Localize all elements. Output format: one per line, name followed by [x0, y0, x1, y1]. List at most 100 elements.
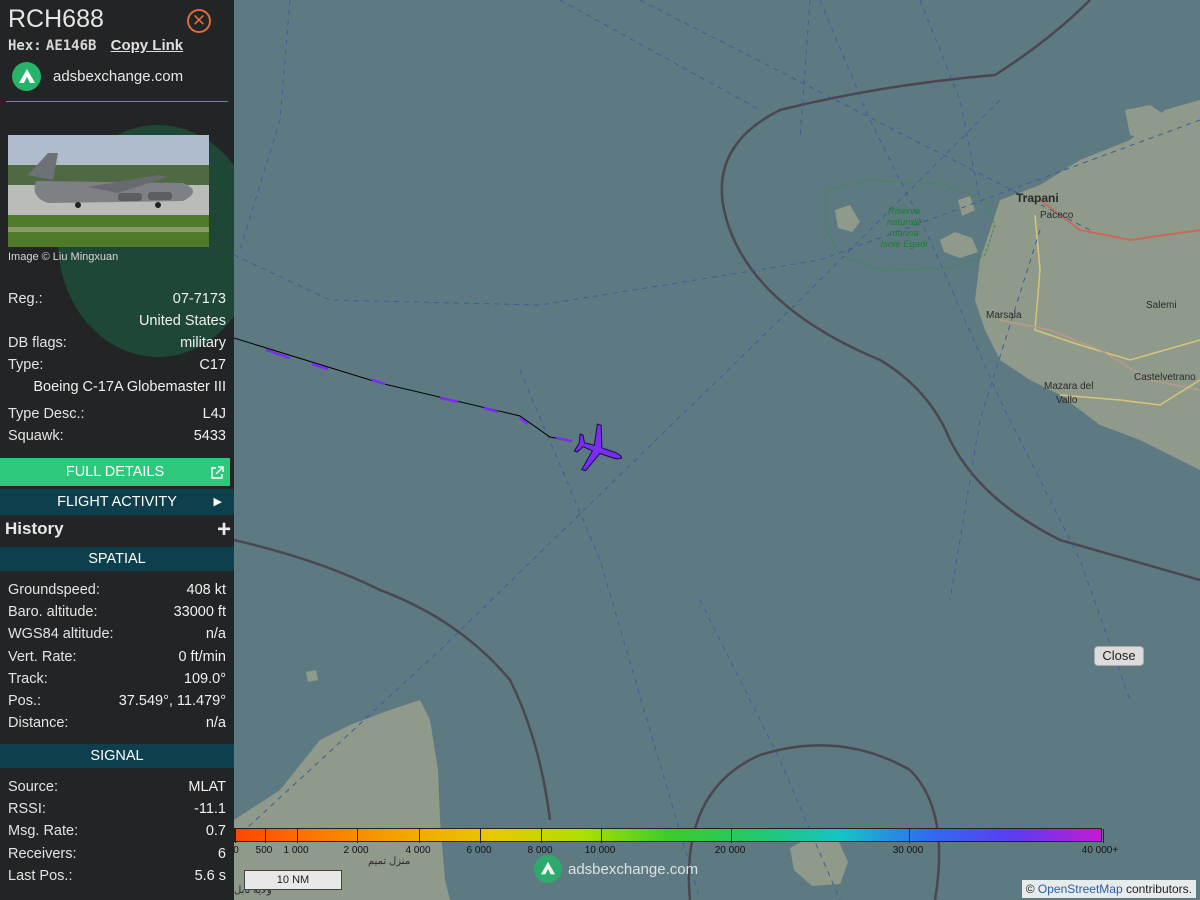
map-view[interactable]: Trapani Paceco Salemi Marsala Mazara del… [234, 0, 1200, 900]
signal-label: Source: [8, 779, 58, 795]
signal-section-header: SIGNAL [0, 744, 234, 768]
attribution-prefix: © [1025, 882, 1038, 896]
signal-label: Receivers: [8, 845, 77, 862]
expand-plus-icon[interactable]: + [217, 516, 231, 544]
db-flags-row: DB flags: military [8, 335, 226, 351]
db-flags-label: DB flags: [8, 335, 67, 351]
legend-label: 2 000 [343, 845, 369, 856]
legend-tick [235, 829, 236, 843]
city-label-marsala: Marsala [986, 310, 1022, 321]
city-label-salemi: Salemi [1146, 300, 1177, 311]
spatial-label: Track: [8, 670, 48, 687]
spatial-row: Groundspeed: 408 kt [8, 582, 226, 598]
spatial-value: n/a [205, 715, 226, 732]
spatial-label: Vert. Rate: [8, 648, 77, 665]
reserve-label-line: marina [889, 228, 919, 239]
hex-label: Hex: [8, 38, 42, 54]
reserve-label-line: naturale [886, 217, 922, 228]
squawk-value: 5433 [193, 428, 226, 444]
aircraft-photo[interactable] [8, 135, 209, 247]
legend-label: 30 000 [892, 845, 924, 856]
full-details-label: FULL DETAILS [65, 464, 165, 480]
map-scale-bar: 10 NM [244, 870, 342, 890]
reg-value: 07-7173 [172, 291, 226, 307]
full-details-button[interactable]: FULL DETAILS [0, 458, 230, 486]
city-label-castelvetrano: Castelvetrano [1134, 372, 1196, 383]
flight-activity-button[interactable]: FLIGHT ACTIVITY ▶ [0, 489, 234, 515]
spatial-label: Groundspeed: [8, 582, 100, 598]
history-section[interactable]: History + [5, 516, 231, 543]
spatial-row: WGS84 altitude: n/a [8, 626, 226, 642]
city-label-trapani: Trapani [1016, 191, 1059, 205]
spatial-value: 0 ft/min [178, 648, 226, 665]
signal-label: Msg. Rate: [8, 823, 79, 840]
signal-row: Source: MLAT [8, 779, 226, 795]
db-flags-value: military [180, 335, 226, 351]
spatial-row: Vert. Rate: 0 ft/min [8, 649, 226, 665]
brand-link[interactable]: adsbexchange.com [53, 68, 183, 85]
altitude-color-legend [234, 828, 1104, 843]
map-canvas[interactable] [234, 0, 1200, 900]
signal-label: Last Pos.: [8, 867, 73, 884]
history-label: History [5, 519, 64, 538]
signal-row: Receivers: 6 [8, 846, 226, 862]
spatial-row: Track: 109.0° [8, 671, 226, 687]
type-row: Type: C17 [8, 357, 226, 373]
aircraft-info-panel: RCH688 ✕ Hex: AE146B Copy Link adsbexcha… [0, 0, 234, 900]
adsbexchange-logo-icon [534, 855, 562, 883]
close-panel-icon[interactable]: ✕ [187, 9, 211, 33]
spatial-value: 33000 ft [173, 604, 226, 621]
country-value: United States [138, 313, 226, 329]
legend-tick [1103, 829, 1104, 843]
signal-row: Msg. Rate: 0.7 [8, 823, 226, 839]
signal-value: -11.1 [194, 801, 226, 818]
caret-right-icon: ▶ [213, 496, 222, 508]
squawk-row: Squawk: 5433 [8, 428, 226, 444]
spatial-value: 37.549°, 11.479° [118, 693, 226, 709]
divider [6, 101, 228, 102]
type-full-value: Boeing C-17A Globemaster III [33, 379, 226, 395]
legend-tick [909, 829, 910, 843]
type-value: C17 [199, 357, 226, 373]
external-link-icon [210, 458, 224, 486]
reserve-label-line: Riserva [887, 206, 921, 217]
type-desc-row: Type Desc.: L4J [8, 406, 226, 422]
callsign-title: RCH688 [8, 5, 104, 33]
brand-row[interactable]: adsbexchange.com [12, 62, 183, 91]
spatial-label: Baro. altitude: [8, 604, 98, 621]
image-credit: Image © Liu Mingxuan [8, 251, 119, 263]
reg-label: Reg.: [8, 291, 43, 307]
type-label: Type: [8, 357, 44, 373]
signal-row: Last Pos.: 5.6 s [8, 868, 226, 884]
hex-row: Hex: AE146B Copy Link [8, 37, 183, 54]
legend-tick [480, 829, 481, 843]
signal-value: 0.7 [205, 823, 226, 840]
city-label-mazara: Mazara del [1044, 381, 1094, 392]
spatial-value: 109.0° [183, 670, 226, 687]
signal-label: RSSI: [8, 801, 46, 818]
spatial-label: Pos.: [8, 693, 42, 709]
legend-tick [601, 829, 602, 843]
legend-tick [357, 829, 358, 843]
legend-label: 20 000 [714, 845, 746, 856]
city-label-vallo: Vallo [1056, 395, 1078, 406]
type-desc-value: L4J [202, 406, 226, 422]
spatial-label: Distance: [8, 715, 69, 732]
spatial-row: Baro. altitude: 33000 ft [8, 604, 226, 620]
copy-link-button[interactable]: Copy Link [111, 37, 184, 54]
city-label-paceco: Paceco [1040, 210, 1074, 221]
legend-tick [419, 829, 420, 843]
map-attribution: © OpenStreetMap contributors. [1021, 880, 1196, 898]
legend-label: 0 [233, 845, 239, 856]
spatial-row: Distance: n/a [8, 715, 226, 731]
spatial-value: 408 kt [186, 582, 227, 598]
legend-tick [297, 829, 298, 843]
spatial-label: WGS84 altitude: [8, 626, 114, 643]
signal-value: 6 [217, 845, 226, 862]
adsbexchange-logo-icon [12, 62, 41, 91]
aircraft-marker-icon[interactable] [569, 420, 629, 480]
close-button[interactable]: Close [1094, 646, 1144, 666]
openstreetmap-link[interactable]: OpenStreetMap [1038, 882, 1123, 896]
spatial-row: Pos.: 37.549°, 11.479° [8, 693, 226, 709]
type-desc-label: Type Desc.: [8, 406, 85, 422]
